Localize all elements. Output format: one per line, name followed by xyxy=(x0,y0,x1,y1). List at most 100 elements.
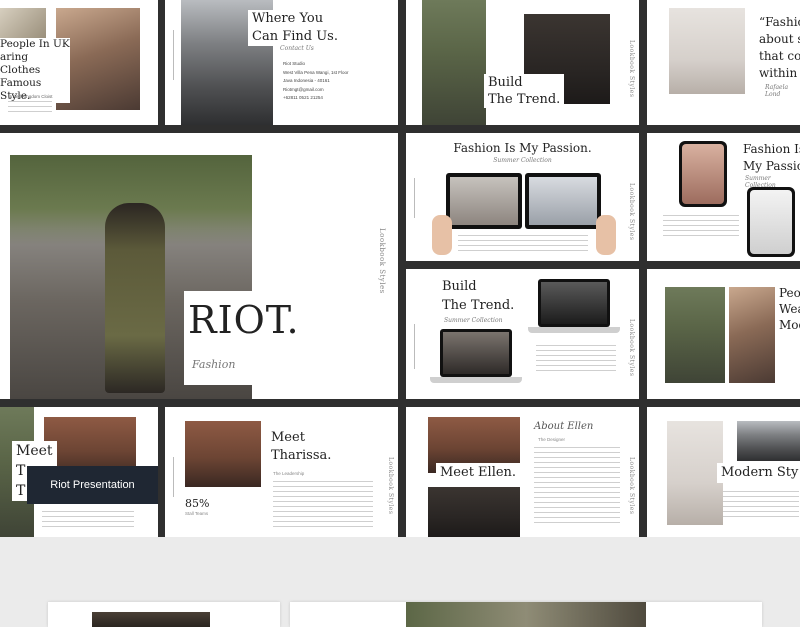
tablet-left xyxy=(446,173,522,229)
laptop-left xyxy=(430,329,522,387)
subtitle: The Leadership xyxy=(273,471,304,476)
address-line: Riotmgt@gmail.com xyxy=(283,86,348,95)
body-text xyxy=(663,215,739,239)
title-line: Peo xyxy=(779,285,800,301)
slide-riot-cover[interactable]: RIOT. Fashion Lookbook Styles xyxy=(0,133,398,399)
title-line: My Passio xyxy=(743,158,800,175)
slide-title: Build The Trend. xyxy=(442,277,514,315)
slide-people-wear-models[interactable]: Peo Wea Mod xyxy=(647,269,800,399)
title-line: Fashion Is xyxy=(743,141,800,158)
slide-where-you-can-find-us[interactable]: Where You Can Find Us. Contact Us Riot S… xyxy=(165,0,398,125)
title-line: Famous Style. xyxy=(0,77,70,103)
laptop-screen xyxy=(538,279,610,327)
figure xyxy=(105,203,165,393)
slide-title: Fashion Is My Passion. xyxy=(406,141,639,155)
photo-bottom-left xyxy=(92,612,210,627)
slide-people-in-uk[interactable]: People In UK aring Clothes Famous Style.… xyxy=(0,0,158,125)
divider-line xyxy=(173,457,174,497)
laptop-right xyxy=(528,279,620,337)
title-line: Where You xyxy=(252,10,338,28)
title-line: Mod xyxy=(779,317,800,333)
tablet-screen xyxy=(529,177,597,225)
slide-fashion-is-my-passion-phones[interactable]: Fashion Is My Passio Summer Collection xyxy=(647,133,800,261)
slide-title: Where You Can Find Us. xyxy=(248,10,342,46)
divider-line xyxy=(173,30,174,80)
slide-title: Build The Trend. xyxy=(484,74,564,108)
slide-grid: People In UK aring Clothes Famous Style.… xyxy=(0,0,800,537)
quote-text: “Fashio about so that con within y xyxy=(759,14,800,82)
script-subtitle: About Ellen xyxy=(534,421,593,432)
laptop-base xyxy=(528,327,620,333)
title-line: Can Find Us. xyxy=(252,28,338,46)
address-line: Riot Studio xyxy=(283,60,348,69)
phone-left xyxy=(679,141,727,207)
slide-meet-tharissa[interactable]: Meet Tharissa. The Leadership 85% Stall … xyxy=(165,407,398,537)
slide-build-the-trend-2[interactable]: Build The Trend. Summer Collection Lookb… xyxy=(406,269,639,399)
address-line: +62811 0521 21254 xyxy=(283,94,348,103)
body-text xyxy=(42,511,134,531)
vertical-label: Lookbook Styles xyxy=(378,228,386,294)
vertical-label: Lookbook Styles xyxy=(628,183,635,240)
slide-title: Modern Sty xyxy=(717,463,800,483)
quote-line: about so xyxy=(759,31,800,48)
slide-title: Peo Wea Mod xyxy=(775,285,800,333)
slide-title: RIOT. xyxy=(188,298,300,342)
phone-right xyxy=(747,187,795,257)
body-text xyxy=(536,345,616,373)
slide-fashion-is-my-passion[interactable]: Fashion Is My Passion. Summer Collection… xyxy=(406,133,639,261)
tablet-screen xyxy=(450,177,518,225)
tablet-right xyxy=(525,173,601,229)
bottom-slide-right[interactable] xyxy=(290,602,762,627)
script-subtitle: Summer Collection xyxy=(444,317,502,324)
vertical-label: Lookbook Styles xyxy=(387,457,394,514)
slide-modern-style[interactable]: Modern Sty xyxy=(647,407,800,537)
title-line: Wea xyxy=(779,301,800,317)
title-line: Meet xyxy=(271,429,331,447)
bottom-slide-left[interactable] xyxy=(48,602,280,627)
body-text xyxy=(458,235,588,251)
body-text xyxy=(534,447,620,527)
phone-screen xyxy=(682,144,724,204)
script-subtitle: Summer Collection xyxy=(745,175,800,189)
title-line: Meet xyxy=(16,441,53,461)
laptop-base xyxy=(430,377,522,383)
body-text xyxy=(723,491,799,517)
slide-meet-ellen[interactable]: Meet Ellen. About Ellen The Designer Loo… xyxy=(406,407,639,537)
photo-tharissa xyxy=(185,421,261,487)
photo-ellen-bottom xyxy=(428,487,520,537)
body-text xyxy=(8,101,52,113)
title-line: aring Clothes xyxy=(0,51,70,77)
vertical-label: Lookbook Styles xyxy=(628,457,635,514)
quote-line: that con xyxy=(759,48,800,65)
hand-right xyxy=(596,215,616,255)
laptop-display xyxy=(541,282,607,324)
riot-presentation-badge[interactable]: Riot Presentation xyxy=(27,466,158,504)
divider-line xyxy=(414,324,415,369)
script-subtitle: Summer Collection xyxy=(406,157,639,164)
body-text xyxy=(273,481,373,527)
title-line: People In UK xyxy=(0,38,70,51)
slide-build-the-trend-1[interactable]: Build The Trend. Lookbook Styles xyxy=(406,0,639,125)
script-subtitle: Fashion xyxy=(192,358,235,371)
quote-author: Rafaela Lond xyxy=(765,84,800,98)
title-line: Build xyxy=(442,277,514,296)
caption: United Kingdom Cloist xyxy=(8,94,53,99)
vertical-label: Lookbook Styles xyxy=(628,319,635,376)
phone-screen xyxy=(750,190,792,254)
stat-label: Stall Teams xyxy=(185,511,208,516)
divider-line xyxy=(414,178,415,218)
slide-title: Meet Tharissa. xyxy=(271,429,331,465)
photo-city xyxy=(737,421,800,461)
slide-title: Fashion Is My Passio xyxy=(743,141,800,175)
subtitle: The Designer xyxy=(538,437,565,442)
title-line: Tharissa. xyxy=(271,447,331,465)
laptop-display xyxy=(443,332,509,374)
title-line: The Trend. xyxy=(442,296,514,315)
hand-left xyxy=(432,215,452,255)
address-line: Java Indonesia - 40161 xyxy=(283,77,348,86)
slide-fashion-quote[interactable]: “Fashio about so that con within y Rafae… xyxy=(647,0,800,125)
photo-woman-hat-light xyxy=(669,8,745,94)
vertical-label: Lookbook Styles xyxy=(628,40,635,97)
title-line: The Trend. xyxy=(488,91,560,108)
photo-woman-dark-coat xyxy=(729,287,775,383)
